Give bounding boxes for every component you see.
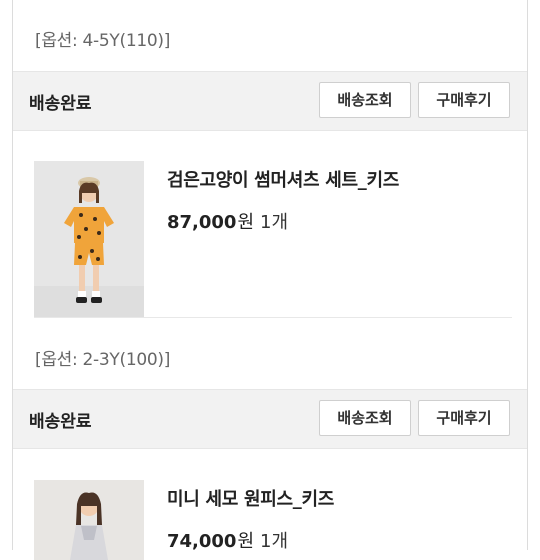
option-text: [옵션: 2-3Y(100)] xyxy=(35,350,171,370)
product-name[interactable]: 미니 세모 원피스_키즈 xyxy=(167,485,334,511)
currency-label: 원 xyxy=(237,212,255,233)
write-review-button[interactable]: 구매후기 xyxy=(418,82,510,118)
order-list: [옵션: 4-5Y(110)] 배송완료 배송조회 구매후기 검은고양이 썸머셔… xyxy=(12,0,528,560)
product-price: 74,000원 1개 xyxy=(167,527,288,553)
kid-summer-set-image xyxy=(34,161,144,318)
price-value: 74,000 xyxy=(167,531,237,552)
product-name[interactable]: 검은고양이 썸머셔츠 세트_키즈 xyxy=(167,166,399,192)
quantity-label: 1개 xyxy=(260,212,289,233)
currency-label: 원 xyxy=(237,531,255,552)
product-price: 87,000원 1개 xyxy=(167,208,288,234)
order-status-bar: 배송완료 배송조회 구매후기 xyxy=(13,71,527,131)
track-delivery-button[interactable]: 배송조회 xyxy=(319,82,411,118)
delivery-status: 배송완료 xyxy=(29,94,92,114)
order-status-bar: 배송완료 배송조회 구매후기 xyxy=(13,389,527,449)
item-divider xyxy=(34,317,512,318)
write-review-button[interactable]: 구매후기 xyxy=(418,400,510,436)
product-thumbnail[interactable] xyxy=(34,480,144,560)
product-thumbnail[interactable] xyxy=(34,161,144,318)
option-text: [옵션: 4-5Y(110)] xyxy=(35,31,171,51)
track-delivery-button[interactable]: 배송조회 xyxy=(319,400,411,436)
price-value: 87,000 xyxy=(167,212,237,233)
delivery-status: 배송완료 xyxy=(29,412,92,432)
kid-dress-image xyxy=(34,480,144,560)
quantity-label: 1개 xyxy=(260,531,289,552)
